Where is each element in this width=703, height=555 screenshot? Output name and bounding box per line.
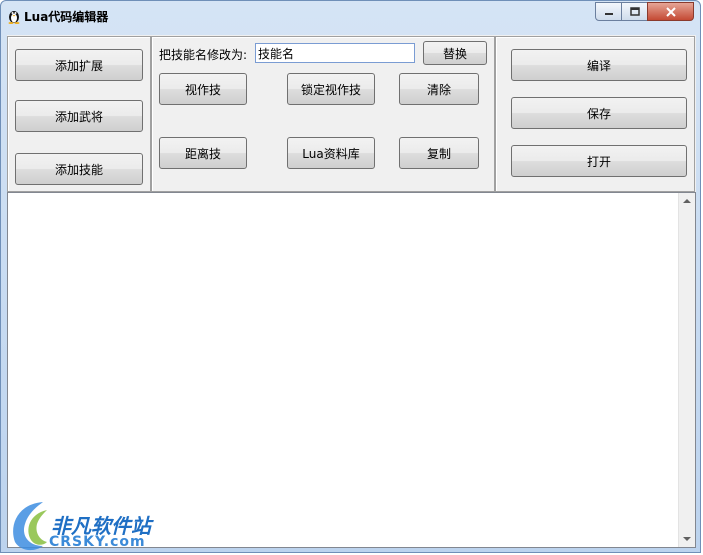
lua-library-button[interactable]: Lua资料库 xyxy=(287,137,375,169)
maximize-button[interactable] xyxy=(621,2,648,21)
watermark-line2: CRSKY.com xyxy=(49,534,146,550)
compile-button[interactable]: 编译 xyxy=(511,49,687,81)
app-window: Lua代码编辑器 添加扩展 添加武将 添加技能 把技能名修改为: 替换 视作技 … xyxy=(0,0,701,553)
minimize-icon xyxy=(604,12,613,15)
minimize-button[interactable] xyxy=(595,2,622,21)
view-as-skill-button[interactable]: 视作技 xyxy=(159,73,247,105)
penguin-icon xyxy=(8,11,20,24)
open-button[interactable]: 打开 xyxy=(511,145,687,177)
window-title: Lua代码编辑器 xyxy=(24,10,109,24)
rename-label: 把技能名修改为: xyxy=(159,48,248,62)
save-button[interactable]: 保存 xyxy=(511,97,687,129)
scroll-down-icon[interactable] xyxy=(683,537,691,541)
maximize-icon xyxy=(629,7,640,16)
code-editor[interactable] xyxy=(7,192,696,548)
close-button[interactable] xyxy=(647,2,694,21)
right-panel: 编译 保存 打开 xyxy=(495,36,695,192)
locked-view-as-skill-button[interactable]: 锁定视作技 xyxy=(287,73,375,105)
scroll-up-icon[interactable] xyxy=(683,199,691,203)
title-bar[interactable]: Lua代码编辑器 xyxy=(1,1,702,31)
client-area: 添加扩展 添加武将 添加技能 把技能名修改为: 替换 视作技 锁定视作技 清除 … xyxy=(7,35,696,548)
left-panel: 添加扩展 添加武将 添加技能 xyxy=(7,36,151,192)
clear-button[interactable]: 清除 xyxy=(399,73,479,105)
replace-button[interactable]: 替换 xyxy=(423,41,487,65)
watermark: 非凡软件站 CRSKY.com xyxy=(1,496,161,554)
copy-button[interactable]: 复制 xyxy=(399,137,479,169)
add-general-button[interactable]: 添加武将 xyxy=(15,100,143,132)
close-icon xyxy=(665,6,676,17)
vertical-scrollbar[interactable] xyxy=(678,193,695,547)
distance-skill-button[interactable]: 距离技 xyxy=(159,137,247,169)
middle-panel: 把技能名修改为: 替换 视作技 锁定视作技 清除 距离技 Lua资料库 复制 xyxy=(151,36,495,192)
add-skill-button[interactable]: 添加技能 xyxy=(15,153,143,185)
skill-name-input[interactable] xyxy=(255,43,415,63)
watermark-logo xyxy=(13,502,47,551)
add-extension-button[interactable]: 添加扩展 xyxy=(15,49,143,81)
